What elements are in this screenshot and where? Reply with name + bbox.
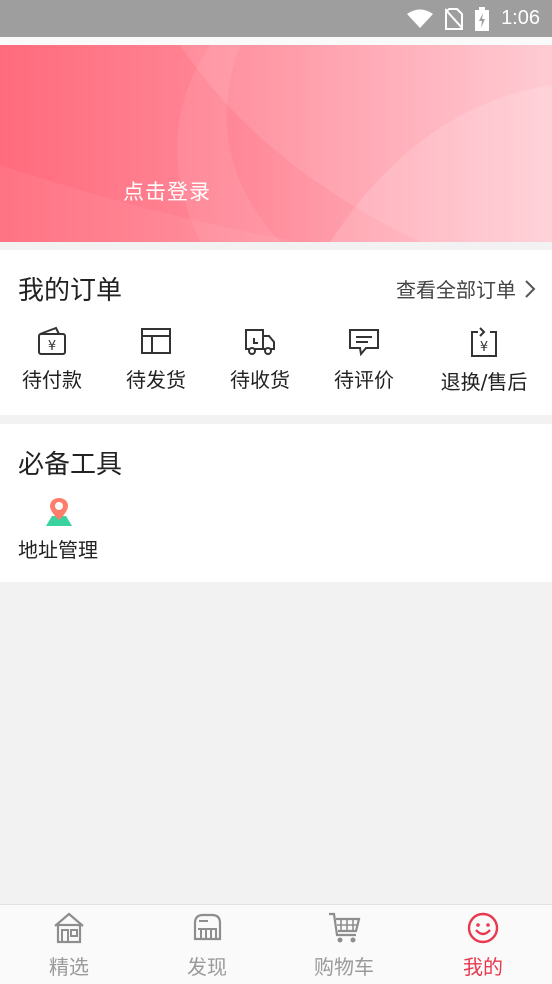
- order-pending-review-label: 待评价: [334, 368, 394, 392]
- comment-icon: [349, 329, 379, 356]
- order-refund-aftersale[interactable]: ¥ 退换/售后: [432, 326, 536, 395]
- tab-discover[interactable]: 发现: [157, 911, 257, 980]
- order-pending-receipt[interactable]: 待收货: [208, 326, 312, 393]
- location-pin-icon: [46, 498, 72, 526]
- tab-featured-label: 精选: [49, 955, 89, 979]
- order-pending-receipt-label: 待收货: [230, 368, 290, 392]
- svg-text:¥: ¥: [48, 339, 56, 354]
- order-pending-shipment-label: 待发货: [126, 368, 186, 392]
- wifi-icon: [407, 9, 434, 28]
- tab-discover-label: 发现: [187, 955, 227, 979]
- status-time: 1:06: [501, 7, 540, 29]
- status-bar: 1:06: [0, 0, 552, 37]
- tab-mine-label: 我的: [463, 955, 503, 979]
- battery-charging-icon: [475, 6, 490, 31]
- banner-wave-decoration: [0, 45, 552, 242]
- tools-section: 必备工具 地址管理: [0, 424, 552, 582]
- orders-section: 我的订单 查看全部订单 ¥ 待付款 待发货 待收货 待评价 ¥ 退换/售后: [0, 250, 552, 415]
- box-icon: [141, 328, 171, 354]
- status-divider: [0, 37, 552, 45]
- cart-icon: [329, 912, 361, 943]
- chevron-right-icon: [525, 279, 536, 298]
- order-pending-payment[interactable]: ¥ 待付款: [0, 326, 104, 393]
- order-pending-payment-label: 待付款: [22, 368, 82, 392]
- home-icon: [54, 912, 84, 944]
- tab-cart-label: 购物车: [314, 955, 374, 979]
- orders-title: 我的订单: [18, 276, 123, 306]
- tools-title: 必备工具: [18, 450, 123, 480]
- bottom-tab-bar: 精选 发现 购物车 我的: [0, 904, 552, 984]
- view-all-orders-label: 查看全部订单: [396, 278, 516, 302]
- no-sim-icon: [445, 7, 464, 30]
- wallet-yen-icon: ¥: [38, 326, 66, 355]
- address-management[interactable]: 地址管理: [18, 496, 108, 563]
- view-all-orders-link[interactable]: 查看全部订单: [396, 274, 536, 303]
- tab-cart[interactable]: 购物车: [294, 911, 394, 980]
- order-pending-shipment[interactable]: 待发货: [104, 326, 208, 393]
- discover-icon: [193, 913, 222, 941]
- tab-mine[interactable]: 我的: [433, 911, 533, 980]
- order-status-row: ¥ 待付款 待发货 待收货 待评价 ¥ 退换/售后: [0, 326, 552, 406]
- status-icons: 1:06: [407, 0, 540, 37]
- truck-icon: [245, 329, 275, 355]
- order-pending-review[interactable]: 待评价: [312, 326, 416, 393]
- order-refund-aftersale-label: 退换/售后: [440, 370, 528, 394]
- refund-yen-icon: ¥: [471, 327, 497, 357]
- login-link[interactable]: 点击登录: [123, 176, 211, 206]
- tab-featured[interactable]: 精选: [19, 911, 119, 980]
- smiley-icon: [467, 912, 499, 944]
- address-management-label: 地址管理: [18, 538, 98, 562]
- svg-text:¥: ¥: [480, 340, 488, 355]
- profile-banner[interactable]: 点击登录: [0, 45, 552, 242]
